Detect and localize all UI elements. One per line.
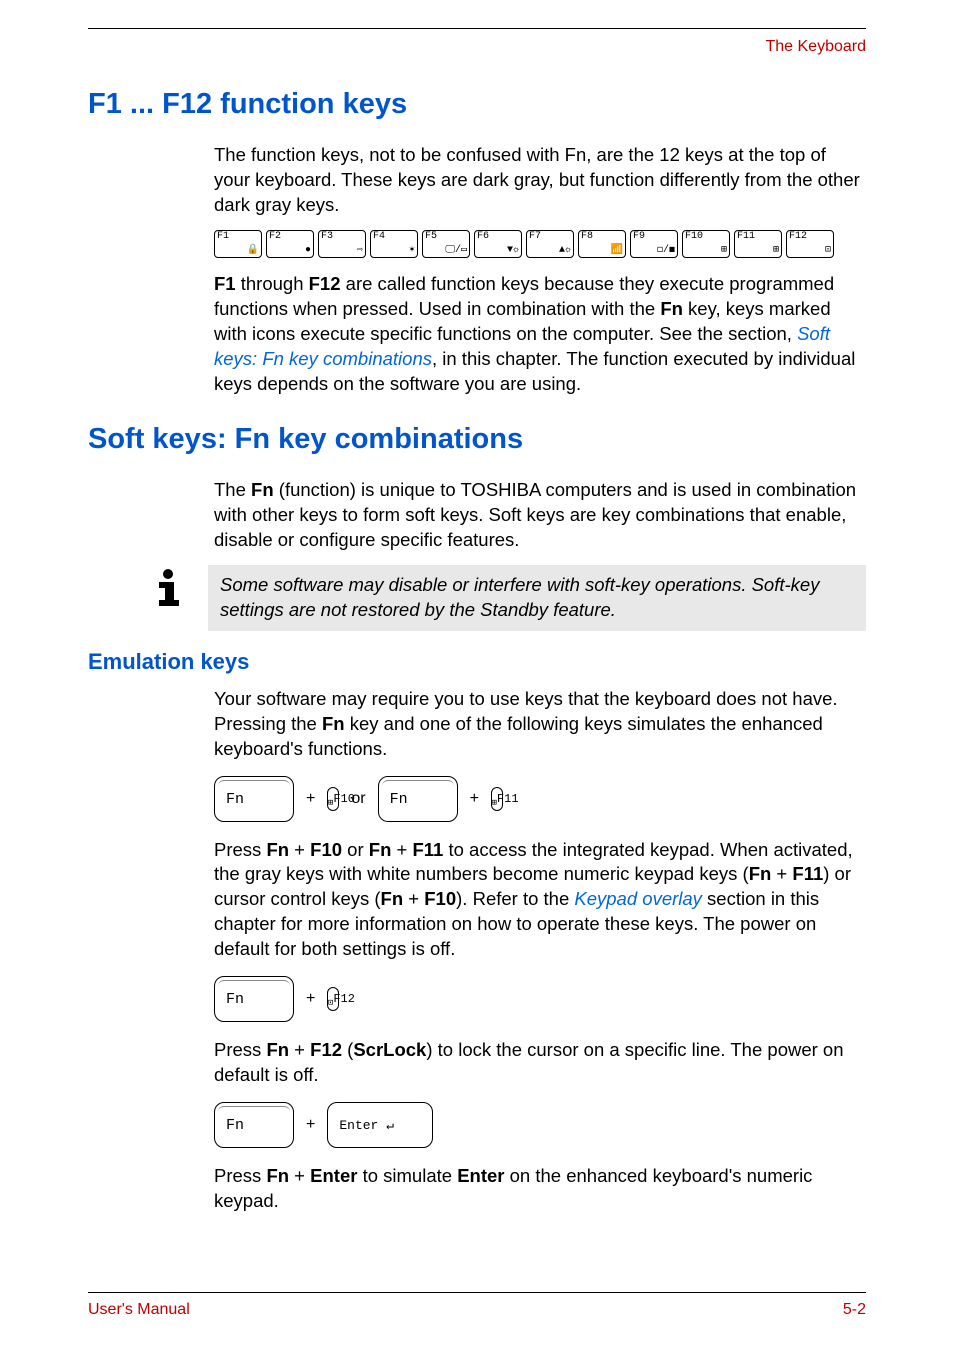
combo-fn-f12: Fn + F12⊡ bbox=[214, 976, 866, 1022]
function-keys-graphic: F1🔒 F2● F3⇨ F4✶ F5🖵/▭ F6▼☼ F7▲☼ F8📶 F9◻/… bbox=[214, 230, 866, 258]
combo-fn-enter: Fn + Enter ↵ bbox=[214, 1102, 866, 1148]
key-f6: F6▼☼ bbox=[474, 230, 522, 258]
emulation-subhead: Emulation keys bbox=[88, 649, 866, 675]
key-fn: Fn bbox=[214, 1102, 294, 1148]
key-f2: F2● bbox=[266, 230, 314, 258]
key-f9: F9◻/◼ bbox=[630, 230, 678, 258]
plus-icon: + bbox=[306, 1116, 315, 1134]
section2-para4: Press Fn + F12 (ScrLock) to lock the cur… bbox=[214, 1038, 866, 1088]
note-text: Some software may disable or interfere w… bbox=[208, 565, 866, 631]
link-keypad-overlay[interactable]: Keypad overlay bbox=[574, 888, 702, 909]
key-f11: F11⊞ bbox=[734, 230, 782, 258]
section2-para1: The Fn (function) is unique to TOSHIBA c… bbox=[214, 478, 866, 553]
section2-para3: Press Fn + F10 or Fn + F11 to access the… bbox=[214, 838, 866, 963]
plus-icon: + bbox=[306, 790, 315, 808]
combo-fn-f10-f11: Fn + F10⊞ or Fn + F11⊞ bbox=[214, 776, 866, 822]
key-fn: Fn bbox=[214, 976, 294, 1022]
plus-icon: + bbox=[306, 990, 315, 1008]
key-f5: F5🖵/▭ bbox=[422, 230, 470, 258]
page-content: F1 ... F12 function keys The function ke… bbox=[88, 80, 866, 1226]
key-f11: F11⊞ bbox=[491, 787, 503, 811]
key-fn: Fn bbox=[214, 776, 294, 822]
section1-para1: The function keys, not to be confused wi… bbox=[214, 143, 866, 218]
key-f12: F12⊡ bbox=[327, 987, 339, 1011]
section2-title: Soft keys: Fn key combinations bbox=[88, 423, 866, 456]
emulation-body: Your software may require you to use key… bbox=[214, 687, 866, 1215]
key-f4: F4✶ bbox=[370, 230, 418, 258]
key-f1: F1🔒 bbox=[214, 230, 262, 258]
key-fn: Fn bbox=[378, 776, 458, 822]
footer-rule bbox=[88, 1292, 866, 1293]
header-rule bbox=[88, 28, 866, 29]
plus-icon: + bbox=[470, 790, 479, 808]
footer-page: 5-2 bbox=[843, 1301, 866, 1319]
footer-manual: User's Manual bbox=[88, 1301, 190, 1319]
key-f8: F8📶 bbox=[578, 230, 626, 258]
key-f10: F10⊞ bbox=[327, 787, 339, 811]
header-chapter: The Keyboard bbox=[765, 38, 866, 56]
key-f3: F3⇨ bbox=[318, 230, 366, 258]
section2-intro: The Fn (function) is unique to TOSHIBA c… bbox=[214, 478, 866, 553]
info-icon bbox=[150, 567, 188, 612]
note-block: Some software may disable or interfere w… bbox=[88, 565, 866, 631]
key-f7: F7▲☼ bbox=[526, 230, 574, 258]
section1-para2: F1 through F12 are called function keys … bbox=[214, 272, 866, 397]
section1-body: The function keys, not to be confused wi… bbox=[214, 143, 866, 397]
section2-para5: Press Fn + Enter to simulate Enter on th… bbox=[214, 1164, 866, 1214]
section1-title: F1 ... F12 function keys bbox=[88, 88, 866, 121]
key-enter: Enter ↵ bbox=[327, 1102, 433, 1148]
key-f12: F12⊡ bbox=[786, 230, 834, 258]
key-f10: F10⊞ bbox=[682, 230, 730, 258]
section2-para2: Your software may require you to use key… bbox=[214, 687, 866, 762]
